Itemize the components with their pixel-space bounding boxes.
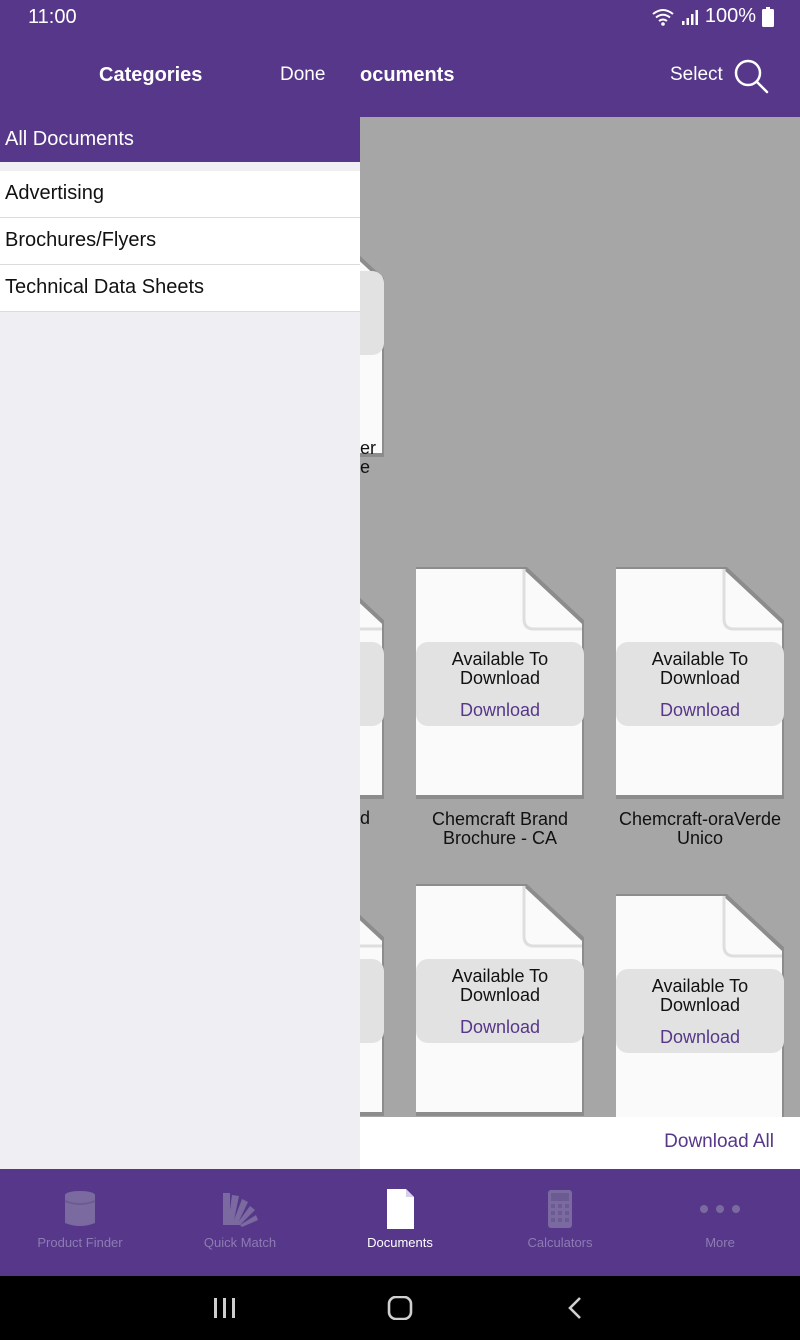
tab-product-finder[interactable]: Product Finder bbox=[0, 1169, 160, 1276]
available-text: Available To Download bbox=[651, 976, 749, 1015]
download-all-bar: Download All bbox=[360, 1117, 800, 1169]
tab-bar: Product Finder Quick Match Documents Cal… bbox=[0, 1169, 800, 1276]
documents-grid: er e d Available To Download Download Ch… bbox=[360, 117, 800, 1117]
document-title-partial: e bbox=[360, 457, 371, 477]
download-button[interactable]: Download bbox=[416, 1017, 584, 1038]
download-pill: Available To Download Download bbox=[416, 642, 584, 726]
download-pill bbox=[360, 271, 384, 355]
download-pill: Available To Download Download bbox=[616, 642, 784, 726]
page-title: ocuments bbox=[360, 64, 455, 86]
download-pill: Available To Download Download bbox=[416, 959, 584, 1043]
document-card[interactable]: Available To Download Download bbox=[416, 884, 584, 1116]
calculator-icon bbox=[548, 1190, 572, 1228]
status-bar: 11:00 100% bbox=[0, 0, 800, 34]
categories-sidebar: Categories Done All Documents Advertisin… bbox=[0, 34, 360, 1169]
back-icon[interactable] bbox=[564, 1296, 586, 1320]
document-title-partial: er bbox=[360, 438, 377, 458]
document-card[interactable]: Available To Download Download bbox=[416, 567, 584, 799]
category-item[interactable]: Technical Data Sheets bbox=[0, 265, 360, 312]
color-fan-icon bbox=[223, 1193, 258, 1227]
system-navigation-bar bbox=[0, 1276, 800, 1340]
tab-label: Product Finder bbox=[37, 1235, 123, 1250]
select-button[interactable]: Select bbox=[670, 64, 723, 86]
document-title: Chemcraft-oraVerdeUnico bbox=[618, 809, 782, 848]
category-item[interactable]: Brochures/Flyers bbox=[0, 218, 360, 265]
download-pill bbox=[360, 959, 384, 1043]
status-time: 11:00 bbox=[28, 6, 77, 28]
document-title: Chemcraft Brand Brochure - CA bbox=[431, 809, 569, 848]
paint-can-icon bbox=[64, 1191, 96, 1226]
document-icon bbox=[387, 1189, 414, 1229]
sidebar-header: Categories Done bbox=[0, 34, 360, 117]
tab-calculators[interactable]: Calculators bbox=[480, 1169, 640, 1276]
document-card-partial[interactable] bbox=[360, 225, 384, 457]
download-all-button[interactable]: Download All bbox=[664, 1131, 774, 1153]
tab-label: Calculators bbox=[527, 1235, 593, 1250]
category-item[interactable]: Advertising bbox=[0, 171, 360, 218]
battery-icon bbox=[762, 6, 774, 27]
category-list: Advertising Brochures/Flyers Technical D… bbox=[0, 171, 360, 312]
battery-percent: 100% bbox=[704, 5, 756, 27]
available-text: Available To Download bbox=[451, 966, 549, 1005]
home-icon[interactable] bbox=[386, 1296, 414, 1320]
document-title-partial: d bbox=[360, 808, 371, 828]
available-text: Available To Download bbox=[451, 649, 549, 688]
category-item-all-documents[interactable]: All Documents bbox=[0, 117, 360, 162]
document-card[interactable]: Available To Download Download bbox=[616, 567, 784, 799]
download-button[interactable]: Download bbox=[616, 700, 784, 721]
document-card-partial[interactable] bbox=[360, 567, 384, 799]
tab-quick-match[interactable]: Quick Match bbox=[160, 1169, 320, 1276]
wifi-icon bbox=[652, 8, 674, 26]
sidebar-title: Categories bbox=[99, 64, 203, 86]
recent-apps-icon[interactable] bbox=[212, 1296, 238, 1320]
tab-documents[interactable]: Documents bbox=[320, 1169, 480, 1276]
tab-label: Documents bbox=[367, 1235, 433, 1250]
tab-more[interactable]: More bbox=[640, 1169, 800, 1276]
download-button[interactable]: Download bbox=[616, 1027, 784, 1048]
available-text: Available To Download bbox=[651, 649, 749, 688]
download-pill bbox=[360, 642, 384, 726]
document-card[interactable]: Available To Download Download bbox=[616, 894, 784, 1117]
download-button[interactable]: Download bbox=[416, 700, 584, 721]
tab-label: More bbox=[705, 1235, 735, 1250]
tab-label: Quick Match bbox=[203, 1235, 277, 1250]
document-card-partial[interactable] bbox=[360, 884, 384, 1116]
download-pill: Available To Download Download bbox=[616, 969, 784, 1053]
more-dots-icon bbox=[700, 1205, 740, 1213]
status-icons: 100% bbox=[651, 5, 774, 28]
search-icon[interactable] bbox=[733, 58, 769, 94]
signal-icon bbox=[681, 9, 698, 25]
done-button[interactable]: Done bbox=[280, 64, 325, 86]
